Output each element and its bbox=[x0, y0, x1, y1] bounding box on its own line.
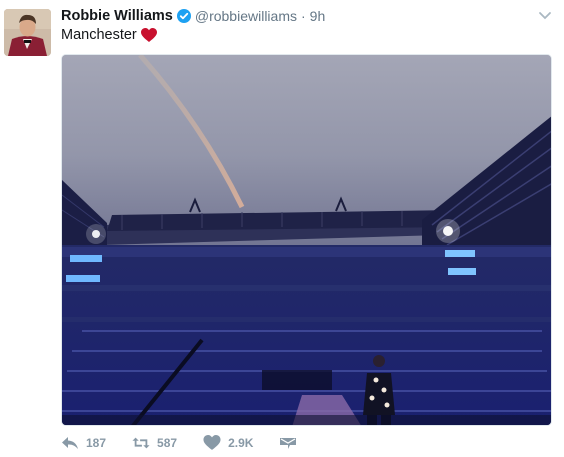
direct-message-button[interactable] bbox=[279, 435, 304, 451]
chevron-down-icon[interactable] bbox=[538, 8, 552, 22]
tweet-text: Manchester bbox=[61, 26, 157, 44]
tweet-timestamp[interactable]: 9h bbox=[310, 8, 326, 24]
reply-count: 187 bbox=[86, 436, 107, 450]
like-button[interactable]: 2.9K bbox=[203, 435, 253, 451]
tweet-actions: 187 587 2.9K bbox=[61, 433, 330, 453]
retweet-button[interactable]: 587 bbox=[132, 435, 177, 451]
tweet-text-content: Manchester bbox=[61, 27, 137, 43]
author-name[interactable]: Robbie Williams bbox=[61, 8, 173, 24]
author-handle[interactable]: @robbiewilliams bbox=[195, 8, 297, 24]
header-separator: · bbox=[301, 8, 306, 24]
envelope-icon bbox=[280, 438, 297, 449]
tweet-photo[interactable] bbox=[61, 54, 552, 426]
retweet-count: 587 bbox=[157, 436, 178, 450]
reply-icon bbox=[62, 437, 78, 449]
tweet-header: Robbie Williams @robbiewilliams · 9h bbox=[61, 6, 534, 26]
like-count: 2.9K bbox=[228, 436, 254, 450]
retweet-icon bbox=[132, 437, 150, 449]
reply-button[interactable]: 187 bbox=[61, 435, 106, 451]
avatar[interactable] bbox=[4, 9, 51, 56]
red-heart-icon bbox=[140, 27, 157, 42]
heart-icon bbox=[203, 435, 221, 450]
verified-badge-icon bbox=[176, 9, 191, 23]
